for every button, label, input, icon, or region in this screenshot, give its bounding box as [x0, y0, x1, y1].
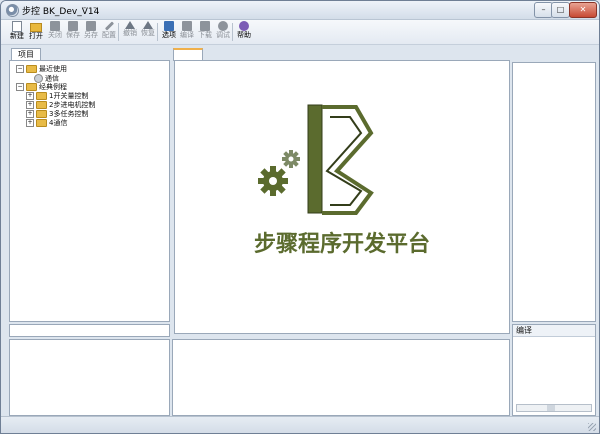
gear-icon — [258, 166, 288, 196]
tree-label: 最近使用 — [39, 65, 67, 73]
toolbar: 新建 打开 关闭 保存 另存 配置 撤销 恢复 选项 编译 下载 调试 帮助 — [1, 20, 599, 45]
app-icon[interactable] — [6, 4, 19, 17]
title-quick-menu[interactable]: - - — [83, 3, 98, 13]
expand-toggle[interactable]: + — [26, 101, 34, 109]
logo-graphic: 步骤程序开发平台 — [254, 104, 430, 257]
tree-label: 1开关量控制 — [49, 92, 89, 100]
maximize-button[interactable]: □ — [551, 2, 570, 18]
project-tree: − 最近使用 通信 − 经典例程 +1开关量控制 +2步进电机控制 +3多任务控制 … — [16, 65, 95, 128]
scrollbar-thumb[interactable] — [547, 405, 555, 411]
wrench-icon — [104, 21, 114, 31]
main-window: 步控 BK_Dev_V14 - - – □ ✕ 新建 打开 关闭 保存 另存 配 — [0, 0, 600, 434]
tree-item-stepper[interactable]: +2步进电机控制 — [16, 101, 95, 110]
folder-icon — [36, 92, 47, 100]
compile-icon — [182, 21, 192, 31]
project-tree-panel: − 最近使用 通信 − 经典例程 +1开关量控制 +2步进电机控制 +3多任务控制 … — [9, 60, 170, 322]
editor-area[interactable]: 步骤程序开发平台 — [174, 60, 510, 334]
tree-item-comm[interactable]: +4通信 — [16, 119, 95, 128]
close-button[interactable]: ✕ — [569, 2, 597, 18]
compile-panel-title: 编译 — [513, 325, 595, 337]
options-icon — [164, 21, 174, 31]
bottom-center-panel — [172, 339, 510, 416]
tree-label: 通信 — [45, 74, 59, 83]
save-as-icon — [86, 21, 96, 31]
logo-slogan: 步骤程序开发平台 — [254, 231, 430, 257]
debug-button[interactable]: 调试 — [214, 21, 232, 43]
folder-icon — [36, 110, 47, 118]
bottom-left-panel — [9, 339, 170, 416]
redo-icon — [143, 21, 153, 29]
properties-panel — [512, 62, 596, 322]
title-bar[interactable]: 步控 BK_Dev_V14 - - – □ ✕ — [1, 1, 599, 20]
tree-item-recent[interactable]: − 最近使用 — [16, 65, 95, 74]
project-info-bar — [9, 324, 170, 337]
folder-icon — [36, 101, 47, 109]
debug-icon — [218, 21, 228, 31]
tree-label: 经典例程 — [39, 83, 67, 91]
help-button[interactable]: 帮助 — [235, 21, 253, 43]
tree-label: 4通信 — [49, 119, 68, 127]
resize-grip[interactable] — [588, 423, 596, 431]
expand-toggle[interactable]: + — [26, 110, 34, 118]
logo-letter-b — [307, 104, 374, 215]
horizontal-scrollbar[interactable] — [516, 404, 592, 412]
tab-project[interactable]: 项目 — [11, 48, 41, 60]
tree-label: 3多任务控制 — [49, 110, 89, 118]
compile-panel: 编译 — [512, 324, 596, 416]
status-bar — [1, 416, 599, 433]
download-icon — [200, 21, 210, 31]
tree-item-multitask[interactable]: +3多任务控制 — [16, 110, 95, 119]
tree-item-switch[interactable]: +1开关量控制 — [16, 92, 95, 101]
tree-item-recent-comm[interactable]: 通信 — [16, 74, 95, 83]
undo-icon — [125, 21, 135, 29]
file-icon — [34, 74, 43, 83]
tree-item-classic[interactable]: − 经典例程 — [16, 83, 95, 92]
expand-toggle[interactable]: + — [26, 92, 34, 100]
save-icon — [68, 21, 78, 31]
folder-icon — [36, 119, 47, 127]
collapse-toggle[interactable]: − — [16, 83, 24, 91]
expand-toggle[interactable]: + — [26, 119, 34, 127]
open-folder-icon — [30, 23, 42, 32]
new-file-icon — [12, 21, 22, 32]
folder-icon — [26, 65, 37, 73]
help-icon — [239, 21, 249, 31]
redo-button[interactable]: 恢复 — [139, 21, 157, 43]
folder-icon — [26, 83, 37, 91]
close-doc-icon — [50, 21, 60, 31]
tree-label: 2步进电机控制 — [49, 101, 96, 109]
config-button[interactable]: 配置 — [100, 21, 118, 43]
gear-icon — [282, 150, 300, 168]
help-label: 帮助 — [237, 31, 251, 39]
collapse-toggle[interactable]: − — [16, 65, 24, 73]
